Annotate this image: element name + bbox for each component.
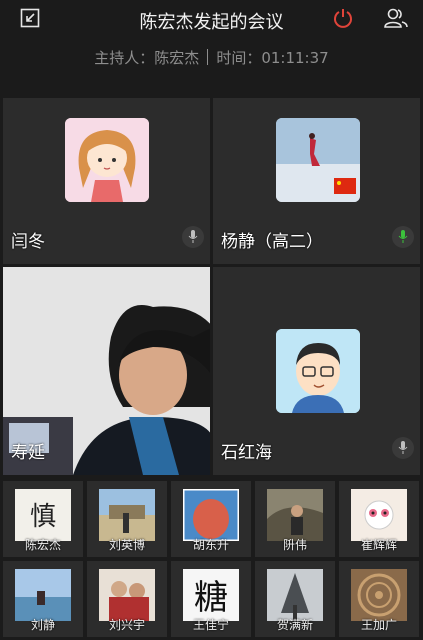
avatar	[65, 118, 149, 202]
participant-thumbnail[interactable]: 慎 陈宏杰	[3, 481, 83, 557]
participant-name: 崔辉辉	[360, 538, 397, 552]
video-grid: 闫冬 杨静（高二） 寿延 石红海	[3, 98, 420, 475]
svg-text:慎: 慎	[30, 502, 56, 532]
microphone-icon	[182, 226, 204, 248]
microphone-icon	[392, 226, 414, 248]
host-label: 主持人：陈宏杰	[94, 49, 200, 67]
participant-thumbnail[interactable]: 刘英博	[87, 481, 167, 557]
video-tile[interactable]: 杨静（高二）	[213, 98, 420, 264]
thumbnail-strip: 刘静 刘兴宇 糖 王佳宁 贺满新 王加广	[3, 561, 420, 637]
divider	[207, 49, 209, 65]
thumbnail-strip: 慎 陈宏杰 刘英博 胡东升 阩伟 崔辉辉	[3, 481, 420, 557]
meeting-title: 陈宏杰发起的会议	[139, 12, 284, 33]
microphone-icon	[392, 437, 414, 459]
participant-name: 贺满新	[276, 618, 313, 632]
video-tile[interactable]: 寿延	[3, 267, 210, 475]
participant-thumbnail[interactable]: 刘静	[3, 561, 83, 637]
meeting-time: 时间：01:11:37	[216, 49, 329, 67]
avatar	[351, 489, 407, 541]
participant-thumbnail[interactable]: 贺满新	[255, 561, 335, 637]
participant-name: 闫冬	[11, 232, 45, 252]
video-tile[interactable]: 闫冬	[3, 98, 210, 264]
participant-thumbnail[interactable]: 糖 王佳宁	[171, 561, 251, 637]
avatar	[99, 489, 155, 541]
avatar	[267, 569, 323, 621]
participant-name: 寿延	[11, 443, 45, 463]
participant-thumbnail[interactable]: 王加广	[339, 561, 419, 637]
avatar: 慎	[15, 489, 71, 541]
svg-text:糖: 糖	[194, 578, 228, 618]
avatar	[183, 489, 239, 541]
avatar	[351, 569, 407, 621]
avatar	[267, 489, 323, 541]
avatar	[276, 329, 360, 413]
participant-name: 杨静（高二）	[221, 232, 323, 252]
participant-name: 王加广	[360, 618, 397, 632]
avatar	[99, 569, 155, 621]
participant-name: 阩伟	[282, 538, 307, 552]
avatar	[15, 569, 71, 621]
meeting-header: 陈宏杰发起的会议	[0, 0, 423, 36]
participant-thumbnail[interactable]: 刘兴宇	[87, 561, 167, 637]
participant-name: 陈宏杰	[24, 538, 61, 552]
participant-thumbnail[interactable]: 崔辉辉	[339, 481, 419, 557]
participant-name: 石红海	[221, 443, 272, 463]
power-icon[interactable]	[331, 6, 355, 30]
participant-thumbnail[interactable]: 阩伟	[255, 481, 335, 557]
participant-name: 王佳宁	[192, 618, 229, 632]
participant-thumbnail[interactable]: 胡东升	[171, 481, 251, 557]
avatar: 糖	[183, 569, 239, 621]
participants-icon[interactable]	[382, 6, 410, 30]
participant-name: 胡东升	[192, 538, 229, 552]
participant-name: 刘静	[30, 618, 55, 632]
participant-name: 刘兴宇	[108, 618, 145, 632]
meeting-info: 主持人：陈宏杰 时间：01:11:37	[0, 47, 423, 68]
video-tile[interactable]: 石红海	[213, 267, 420, 475]
avatar	[276, 118, 360, 202]
participant-name: 刘英博	[108, 538, 145, 552]
